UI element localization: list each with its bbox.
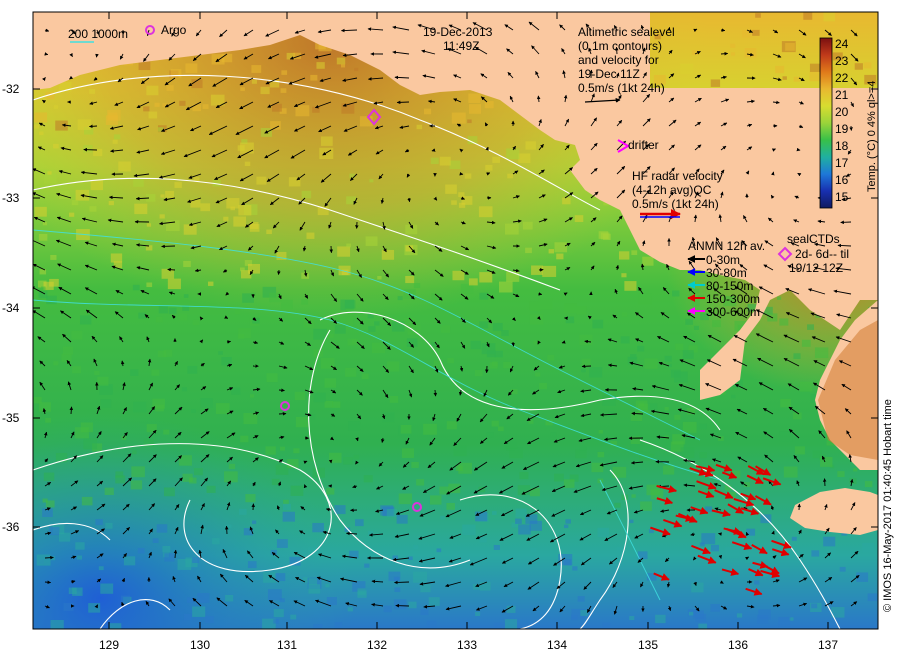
map-time: 11:49Z bbox=[443, 39, 480, 53]
current-vector bbox=[718, 532, 722, 536]
longitude-tick: 132 bbox=[366, 638, 388, 652]
colorbar bbox=[819, 37, 833, 209]
drifter-legend-label: drifter bbox=[628, 138, 659, 152]
credit-text: © IMOS 16-May-2017 01:40:45 Hobart time bbox=[882, 399, 894, 612]
current-vector bbox=[69, 406, 74, 415]
sealctd-legend-line-2: 19/12 12Z bbox=[789, 261, 844, 275]
latitude-tick: -35 bbox=[2, 411, 20, 425]
sealctd-legend-line-1: 2d- 6d-- til bbox=[795, 247, 850, 261]
map-date: 19-Dec-2013 bbox=[423, 25, 493, 39]
current-vector bbox=[44, 580, 52, 585]
latitude-tick: -36 bbox=[2, 520, 20, 534]
longitude-tick: 130 bbox=[189, 638, 211, 652]
longitude-tick: 136 bbox=[727, 638, 749, 652]
longitude-tick: 135 bbox=[637, 638, 659, 652]
current-vector bbox=[303, 484, 308, 489]
colorbar-tick: 23 bbox=[835, 54, 849, 68]
anmn-legend-item: 300-600m bbox=[706, 305, 761, 319]
hf-radar-legend-line-1: HF radar velocity bbox=[632, 169, 723, 183]
hf-radar-legend-line-2: (4-12h avg)QC bbox=[632, 183, 712, 197]
altimetry-legend-line-2: (0.1m contours) bbox=[578, 39, 663, 53]
current-vector bbox=[720, 51, 729, 56]
argo-legend-label: Argo bbox=[161, 23, 187, 37]
current-vector bbox=[394, 580, 410, 585]
current-vector bbox=[770, 171, 775, 176]
altimetry-legend-line-4: 19-Dec 11Z bbox=[578, 67, 640, 81]
current-vector bbox=[745, 531, 750, 536]
current-vector bbox=[407, 197, 411, 203]
current-vector bbox=[278, 388, 285, 393]
current-vector bbox=[277, 269, 281, 275]
colorbar-tick: 17 bbox=[835, 156, 849, 170]
colorbar-title: Temp. (°C) 0 4% ql>=4 bbox=[866, 80, 878, 192]
longitude-tick: 133 bbox=[456, 638, 478, 652]
longitude-tick: 131 bbox=[276, 638, 298, 652]
anmn-legend-item: 150-300m bbox=[706, 292, 761, 306]
colorbar-tick: 24 bbox=[835, 37, 849, 51]
current-vector bbox=[44, 52, 49, 56]
anmn-legend-item: 80-150m bbox=[706, 279, 754, 293]
current-vector bbox=[44, 555, 54, 560]
colorbar-tick: 16 bbox=[835, 173, 849, 187]
bathymetry-legend-label: 200 1000m bbox=[68, 27, 129, 41]
longitude-tick: 134 bbox=[546, 638, 568, 652]
longitude-tick: 129 bbox=[98, 638, 120, 652]
altimetry-legend-line-5: 0.5m/s (1kt 24h) bbox=[578, 81, 665, 95]
current-vector bbox=[433, 389, 438, 397]
colorbar-tick: 21 bbox=[835, 88, 849, 102]
anmn-legend-item: 30-80m bbox=[706, 266, 747, 280]
anmn-legend-item: 0-30m bbox=[706, 253, 741, 267]
map-canvas bbox=[32, 11, 879, 630]
current-vector bbox=[95, 53, 99, 58]
colorbar-tick: 20 bbox=[835, 105, 849, 119]
hf-radar-legend-line-3: 0.5m/s (1kt 24h) bbox=[632, 197, 719, 211]
current-vector bbox=[167, 267, 176, 272]
colorbar-tick: 19 bbox=[835, 122, 849, 136]
anmn-legend-title: ANMN 12h av. bbox=[688, 239, 766, 253]
colorbar-tick: 15 bbox=[835, 190, 849, 204]
current-vector bbox=[837, 243, 852, 248]
colorbar-tick: 22 bbox=[835, 71, 849, 85]
altimetry-legend-line-1: Altimetric sealevel bbox=[578, 25, 675, 39]
current-vector bbox=[720, 28, 726, 32]
current-vector bbox=[94, 604, 99, 609]
latitude-tick: -34 bbox=[2, 301, 20, 315]
current-vector bbox=[89, 124, 98, 129]
latitude-tick: -33 bbox=[2, 191, 20, 205]
sealctd-legend-title: sealCTDs bbox=[787, 232, 840, 246]
longitude-tick: 137 bbox=[817, 638, 839, 652]
current-vector bbox=[396, 100, 410, 105]
current-vector bbox=[511, 341, 515, 347]
latitude-tick: -32 bbox=[2, 82, 20, 96]
current-vector bbox=[226, 340, 232, 344]
colorbar-tick: 18 bbox=[835, 139, 849, 153]
altimetry-legend-line-3: and velocity for bbox=[578, 53, 659, 67]
